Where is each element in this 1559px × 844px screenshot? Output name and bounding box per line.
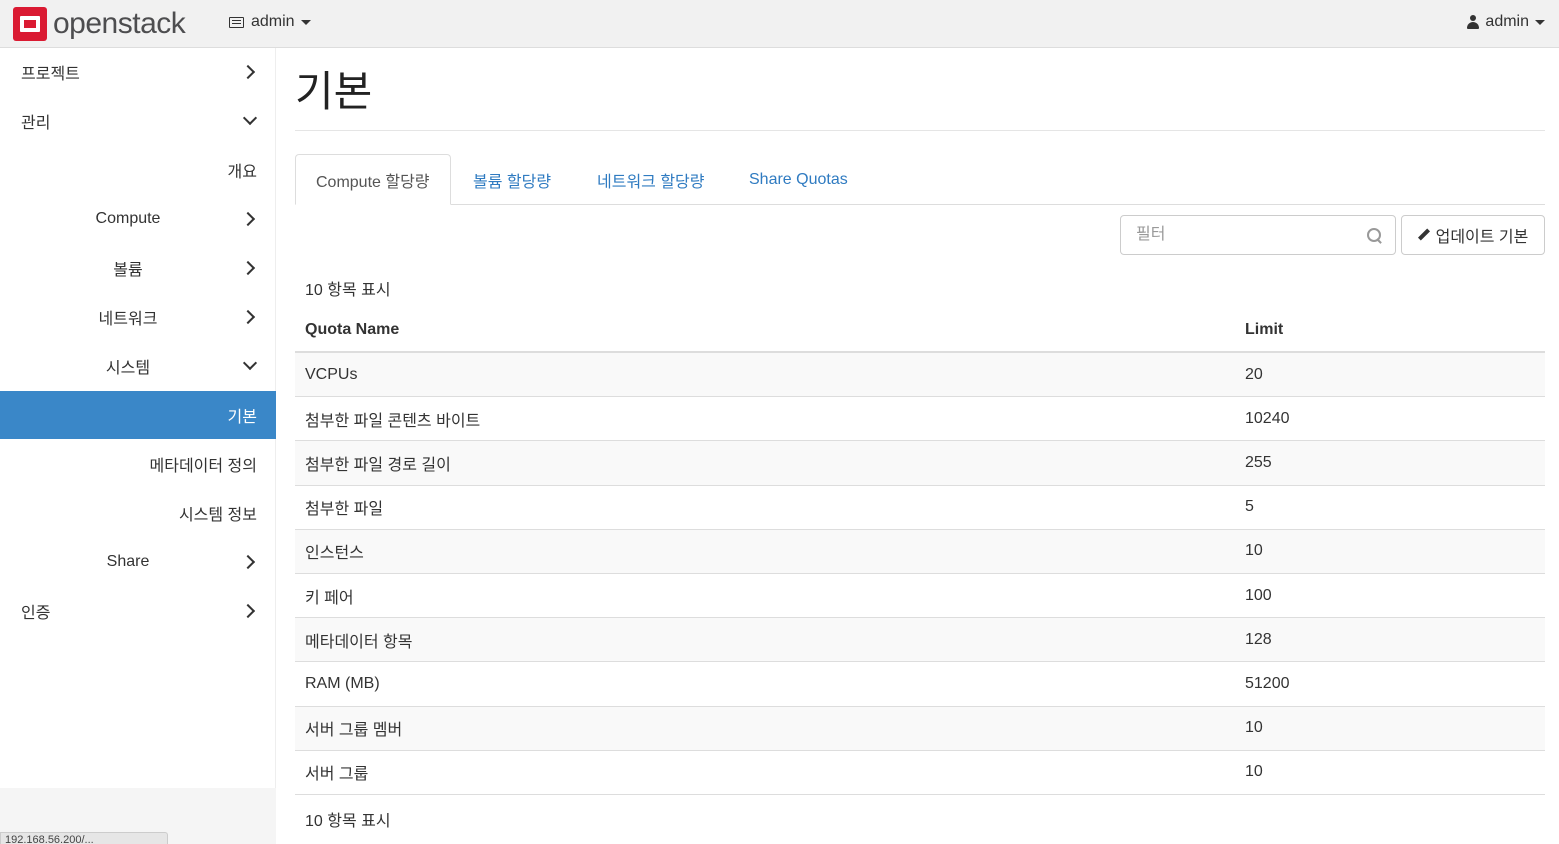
table-body: VCPUs 20 첨부한 파일 콘텐츠 바이트 10240 첨부한 파일 경로 길이 25… <box>295 353 1545 795</box>
chevron-right-icon <box>242 554 258 570</box>
table-header: Quota Name Limit <box>295 309 1545 353</box>
table-row: 서버 그룹 10 <box>295 751 1545 795</box>
project-dropdown[interactable]: admin <box>229 13 311 31</box>
table-row: 첨부한 파일 경로 길이 255 <box>295 441 1545 486</box>
column-header-limit[interactable]: Limit <box>1235 321 1283 339</box>
sidebar-item-label: 메타데이터 정의 <box>149 458 258 475</box>
sidebar-item-9[interactable]: 시스템 정보 <box>0 489 276 537</box>
logo-text: openstack <box>53 7 186 40</box>
sidebar-item-label: 관리 <box>21 115 51 132</box>
sidebar-item-label: 시스템 정보 <box>178 507 257 524</box>
user-dropdown[interactable]: admin <box>1467 13 1545 31</box>
sidebar-item-label: 프로젝트 <box>21 66 80 83</box>
table-row: 첨부한 파일 콘텐츠 바이트 10240 <box>295 397 1545 442</box>
sidebar-item-label: 기본 <box>227 409 257 426</box>
caret-down-icon <box>1535 19 1545 25</box>
table-row: 메타데이터 항목 128 <box>295 618 1545 663</box>
quota-limit-cell: 10 <box>1245 542 1263 560</box>
sidebar-item-label: 시스템 <box>105 360 151 377</box>
chevron-right-icon <box>242 211 258 227</box>
tab-share-quotas[interactable]: Share Quotas <box>729 154 868 205</box>
user-icon <box>1467 15 1480 29</box>
sidebar-item-5[interactable]: 네트워크 <box>0 293 276 341</box>
quota-limit-cell: 51200 <box>1245 674 1290 692</box>
openstack-logo-icon <box>13 7 47 41</box>
quota-limit-cell: 100 <box>1245 586 1272 604</box>
filter-box <box>1120 215 1396 255</box>
chevron-right-icon <box>242 309 258 325</box>
column-header-quota-name[interactable]: Quota Name <box>295 321 1235 339</box>
title-divider <box>295 130 1545 131</box>
browser-status-bar: 192.168.56.200/... <box>0 832 168 844</box>
quota-name-cell: VCPUs <box>305 365 358 383</box>
update-defaults-button[interactable]: 업데이트 기본 <box>1401 215 1545 255</box>
tab-compute-quotas[interactable]: Compute 할당량 <box>295 154 451 205</box>
chevron-right-icon <box>242 64 258 80</box>
quota-table: Quota Name Limit VCPUs 20 첨부한 파일 콘텐츠 바이트 10… <box>295 309 1545 795</box>
chevron-right-icon <box>242 603 258 619</box>
caret-down-icon <box>300 19 311 25</box>
sidebar-item-label: 네트워크 <box>98 311 158 328</box>
table-row: 서버 그룹 멤버 10 <box>295 706 1545 751</box>
search-icon[interactable] <box>1367 228 1383 244</box>
quota-limit-cell: 5 <box>1245 498 1254 516</box>
quota-name-cell: 키 페어 <box>305 589 354 607</box>
quota-limit-cell: 20 <box>1245 365 1263 383</box>
chevron-right-icon <box>242 260 258 276</box>
quota-tabs: Compute 할당량 볼륨 할당량 네트워크 할당량 Share Quotas <box>295 154 1545 205</box>
quota-limit-cell: 10 <box>1245 719 1263 737</box>
sidebar-item-label: 인증 <box>21 605 51 622</box>
quota-limit-cell: 10 <box>1245 763 1263 781</box>
quota-name-cell: 첨부한 파일 <box>305 501 384 519</box>
table-row: 인스턴스 10 <box>295 529 1545 574</box>
quota-name-cell: 인스턴스 <box>305 545 364 563</box>
sidebar-item-11[interactable]: 인증 <box>0 587 276 635</box>
sidebar-item-3[interactable]: Compute <box>0 195 276 243</box>
sidebar-item-label: 개요 <box>227 164 257 181</box>
table-row: RAM (MB) 51200 <box>295 662 1545 707</box>
tab-volume-quotas[interactable]: 볼륨 할당량 <box>453 154 571 205</box>
quota-name-cell: 서버 그룹 멤버 <box>305 722 403 740</box>
user-dropdown-label: admin <box>1485 13 1529 30</box>
chevron-down-icon <box>242 113 258 129</box>
sidebar-item-2[interactable]: 개요 <box>0 146 276 194</box>
page-title: 기본 <box>295 68 373 115</box>
quota-limit-cell: 10240 <box>1245 409 1290 427</box>
sidebar-item-4[interactable]: 볼륨 <box>0 244 276 292</box>
table-row: 첨부한 파일 5 <box>295 486 1545 530</box>
sidebar-item-6[interactable]: 시스템 <box>0 342 276 390</box>
openstack-logo[interactable]: openstack <box>13 6 186 42</box>
sidebar-item-1[interactable]: 관리 <box>0 97 276 145</box>
sidebar-item-0[interactable]: 프로젝트 <box>0 48 276 96</box>
sidebar-item-label: Share <box>106 553 150 570</box>
update-defaults-label: 업데이트 기본 <box>1435 229 1529 246</box>
quota-name-cell: 메타데이터 항목 <box>305 633 413 651</box>
table-row: 키 페어 100 <box>295 574 1545 619</box>
sidebar-item-7[interactable]: 기본 <box>0 391 276 439</box>
project-icon <box>229 16 244 28</box>
quota-limit-cell: 255 <box>1245 453 1272 471</box>
sidebar-item-8[interactable]: 메타데이터 정의 <box>0 440 276 488</box>
quota-name-cell: RAM (MB) <box>305 674 380 692</box>
item-count-top: 10 항목 표시 <box>305 282 391 299</box>
chevron-down-icon <box>242 358 258 374</box>
project-dropdown-label: admin <box>251 13 295 30</box>
sidebar: 프로젝트관리개요 Compute 볼륨네트워크시스템기본메타데이터 정의시스템 정보… <box>0 48 276 788</box>
quota-name-cell: 첨부한 파일 경로 길이 <box>305 456 451 474</box>
quota-name-cell: 첨부한 파일 콘텐츠 바이트 <box>305 412 481 430</box>
sidebar-item-label: 볼륨 <box>113 262 143 279</box>
sidebar-item-label: Compute <box>95 210 161 227</box>
top-navbar: openstack admin admin <box>0 0 1559 48</box>
filter-input[interactable] <box>1121 216 1351 254</box>
quota-name-cell: 서버 그룹 <box>305 766 369 784</box>
item-count-bottom: 10 항목 표시 <box>305 813 391 830</box>
sidebar-item-10[interactable]: Share <box>0 538 276 586</box>
quota-limit-cell: 128 <box>1245 630 1272 648</box>
table-row: VCPUs 20 <box>295 353 1545 398</box>
pencil-icon <box>1418 229 1430 241</box>
tab-network-quotas[interactable]: 네트워크 할당량 <box>577 154 725 205</box>
